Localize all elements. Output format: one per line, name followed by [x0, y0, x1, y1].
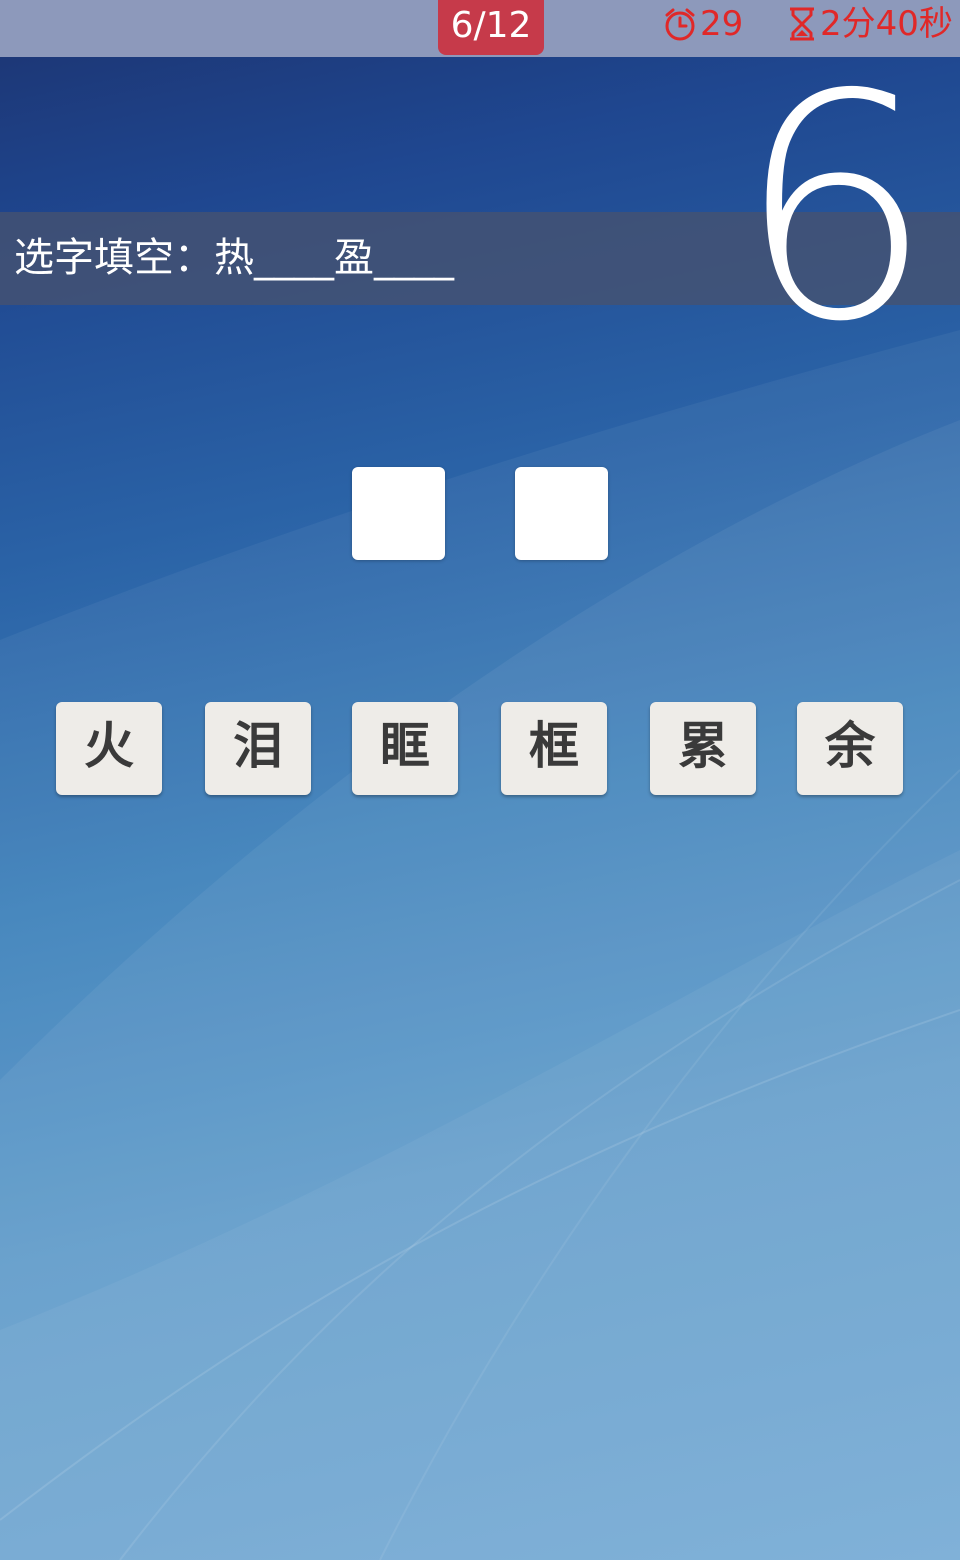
question-prompt: 选字填空：热____盈____ — [14, 235, 454, 281]
progress-badge: 6/12 — [438, 0, 544, 55]
choice-tile[interactable]: 累 — [650, 702, 756, 795]
choice-tile[interactable]: 火 — [56, 702, 162, 795]
answer-slot-2[interactable] — [515, 467, 608, 560]
choice-tile[interactable]: 框 — [501, 702, 607, 795]
level-number: 6 — [736, 29, 934, 390]
alarm-clock-icon — [665, 8, 695, 41]
alarm-counter: 29 — [662, 0, 743, 48]
choice-tile[interactable]: 泪 — [205, 702, 311, 795]
choice-tile[interactable]: 余 — [797, 702, 903, 795]
choice-tile[interactable]: 眶 — [352, 702, 458, 795]
answer-slot-1[interactable] — [352, 467, 445, 560]
